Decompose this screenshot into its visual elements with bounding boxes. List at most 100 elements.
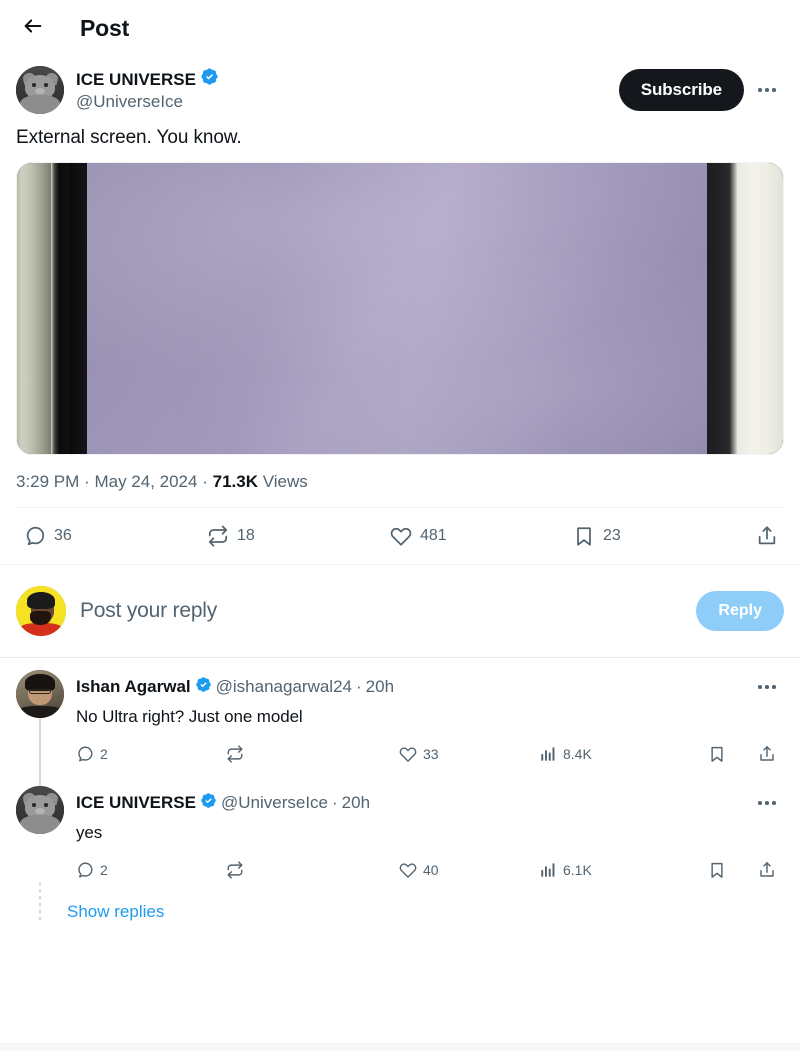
subscribe-button[interactable]: Subscribe bbox=[618, 69, 744, 111]
post-date: May 24, 2024 bbox=[94, 472, 198, 491]
post-text: External screen. You know. bbox=[16, 127, 242, 148]
views-label: Views bbox=[262, 472, 308, 491]
share-icon bbox=[758, 861, 776, 879]
author-name-line: ICE UNIVERSE bbox=[76, 67, 619, 91]
reply-action[interactable]: 2 bbox=[76, 745, 226, 763]
views-action[interactable]: 8.4K bbox=[539, 745, 708, 763]
post-more-button[interactable] bbox=[750, 73, 784, 107]
arrow-left-icon bbox=[22, 15, 44, 42]
verified-badge-icon bbox=[200, 67, 219, 91]
views-count: 71.3K bbox=[212, 472, 258, 491]
views-action[interactable]: 6.1K bbox=[539, 861, 708, 879]
reply-icon bbox=[76, 861, 94, 879]
reply-dot: · bbox=[355, 677, 362, 696]
reply-timestamp: 20h bbox=[341, 793, 371, 812]
more-horizontal-icon bbox=[758, 88, 776, 92]
author-actions: Subscribe bbox=[618, 69, 784, 111]
cat-avatar-art bbox=[16, 66, 64, 114]
reply-count: 2 bbox=[100, 862, 108, 878]
verified-badge-icon bbox=[200, 792, 217, 815]
analytics-icon bbox=[539, 745, 557, 763]
heart-icon bbox=[399, 745, 417, 763]
reply-content: Ishan Agarwal @ishanagarwal24 · 20h No U… bbox=[76, 670, 784, 774]
reply-handle[interactable]: @UniverseIce bbox=[221, 792, 328, 814]
retweet-icon bbox=[207, 525, 229, 547]
retweet-count: 18 bbox=[237, 527, 255, 544]
page-header: Post bbox=[0, 0, 800, 56]
avatar[interactable] bbox=[16, 670, 64, 718]
post-time: 3:29 PM bbox=[16, 472, 80, 491]
reply-handle[interactable]: @ishanagarwal24 bbox=[216, 676, 352, 698]
retweet-action[interactable]: 18 bbox=[207, 525, 390, 547]
reply-composer: Post your reply Reply bbox=[0, 565, 800, 657]
media-right-edge bbox=[737, 163, 783, 454]
more-horizontal-icon bbox=[758, 685, 776, 689]
more-horizontal-icon bbox=[758, 801, 776, 805]
share-action[interactable] bbox=[756, 525, 778, 547]
views-count: 6.1K bbox=[563, 862, 592, 878]
author-meta: ICE UNIVERSE @UniverseIce bbox=[76, 67, 619, 113]
bookmark-action[interactable]: 23 bbox=[573, 525, 756, 547]
reply-dot: · bbox=[332, 793, 338, 812]
avatar[interactable] bbox=[16, 786, 64, 834]
meta-sep-2: · bbox=[202, 472, 208, 491]
reply-icon bbox=[24, 525, 46, 547]
bookmark-count: 23 bbox=[603, 527, 621, 544]
media-left-dark bbox=[69, 163, 87, 454]
reply-text: No Ultra right? Just one model bbox=[76, 707, 303, 726]
like-count: 481 bbox=[420, 527, 447, 544]
reply-submit-button[interactable]: Reply bbox=[696, 591, 784, 631]
reply-item: Ishan Agarwal @ishanagarwal24 · 20h No U… bbox=[0, 658, 800, 800]
share-icon bbox=[756, 525, 778, 547]
post-media[interactable] bbox=[16, 162, 784, 455]
like-count: 33 bbox=[423, 746, 439, 762]
reply-action-bar: 2 40 6.1K bbox=[76, 850, 784, 890]
like-action[interactable]: 33 bbox=[399, 745, 539, 763]
reply-count: 36 bbox=[54, 527, 72, 544]
reply-icon bbox=[76, 745, 94, 763]
avatar[interactable] bbox=[16, 66, 64, 114]
bookmark-action[interactable] bbox=[708, 861, 758, 879]
bookmark-icon bbox=[708, 745, 726, 763]
retweet-action[interactable] bbox=[226, 861, 399, 879]
show-replies-link[interactable]: Show replies bbox=[0, 882, 800, 936]
composer-avatar[interactable] bbox=[16, 586, 66, 636]
retweet-icon bbox=[226, 861, 244, 879]
reply-timestamp: 20h bbox=[365, 677, 395, 696]
retweet-icon bbox=[226, 745, 244, 763]
back-button[interactable] bbox=[16, 11, 50, 45]
post-detail-page: Post ICE UNIVERSE @UniverseIce Subscribe… bbox=[0, 0, 800, 1051]
reply-input[interactable]: Post your reply bbox=[80, 599, 682, 623]
reply-header: ICE UNIVERSE @UniverseIce · 20h bbox=[76, 786, 784, 820]
heart-icon bbox=[390, 525, 412, 547]
reply-content: ICE UNIVERSE @UniverseIce · 20h yes 2 40… bbox=[76, 786, 784, 890]
verified-badge-icon bbox=[195, 676, 212, 699]
share-action[interactable] bbox=[758, 745, 776, 763]
bookmark-action[interactable] bbox=[708, 745, 758, 763]
reply-action[interactable]: 36 bbox=[24, 525, 207, 547]
media-left-edge bbox=[17, 163, 51, 454]
page-title: Post bbox=[80, 14, 130, 41]
reply-header: Ishan Agarwal @ishanagarwal24 · 20h bbox=[76, 670, 784, 704]
author-handle[interactable]: @UniverseIce bbox=[76, 91, 619, 113]
views-count: 8.4K bbox=[563, 746, 592, 762]
reply-display-name[interactable]: Ishan Agarwal bbox=[76, 676, 191, 698]
media-external-screen bbox=[87, 163, 707, 454]
share-icon bbox=[758, 745, 776, 763]
reply-action[interactable]: 2 bbox=[76, 861, 226, 879]
reply-item: ICE UNIVERSE @UniverseIce · 20h yes 2 40… bbox=[0, 774, 800, 890]
reply-count: 2 bbox=[100, 746, 108, 762]
share-action[interactable] bbox=[758, 861, 776, 879]
like-count: 40 bbox=[423, 862, 439, 878]
author-display-name[interactable]: ICE UNIVERSE bbox=[76, 69, 196, 90]
reply-more-button[interactable] bbox=[750, 670, 784, 704]
bookmark-icon bbox=[708, 861, 726, 879]
like-action[interactable]: 40 bbox=[399, 861, 539, 879]
like-action[interactable]: 481 bbox=[390, 525, 573, 547]
reply-more-button[interactable] bbox=[750, 786, 784, 820]
retweet-action[interactable] bbox=[226, 745, 399, 763]
foldable-phone-image bbox=[17, 163, 783, 454]
man-avatar-art bbox=[16, 586, 66, 636]
media-left-bezel bbox=[51, 163, 69, 454]
reply-display-name[interactable]: ICE UNIVERSE bbox=[76, 792, 196, 814]
